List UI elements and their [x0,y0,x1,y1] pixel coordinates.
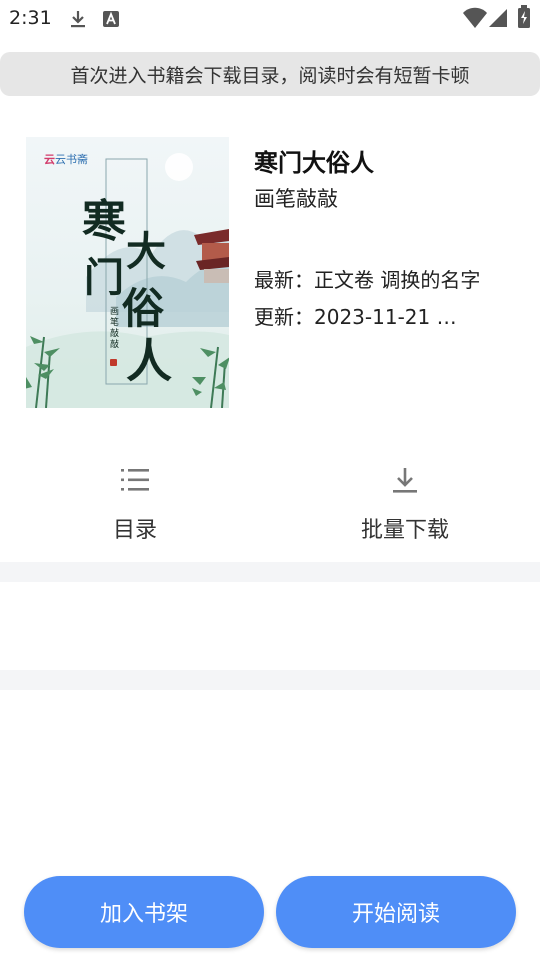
status-bar: 2:31 [0,0,540,38]
book-title: 寒门大俗人 [254,149,374,177]
update-date: 更新：2023-11-21 … [254,305,457,329]
cover-author-art: 画笔敲敲 [110,307,120,350]
add-to-shelf-button[interactable]: 加入书架 [24,876,264,948]
start-reading-button[interactable]: 开始阅读 [276,876,516,948]
seal-stamp [110,359,117,366]
latest-chapter: 最新：正文卷 调换的名字 [254,268,481,292]
section-divider [0,670,540,690]
batch-download-label: 批量下载 [360,518,449,543]
catalog-button[interactable]: 目录 [60,460,210,550]
battery-icon [517,5,531,33]
list-icon [120,460,150,500]
status-time: 2:31 [9,7,52,29]
publisher-logo: 云云书斋 [44,153,88,166]
download-notice-banner: 首次进入书籍会下载目录，阅读时会有短暂卡顿 [0,52,540,96]
section-divider [0,562,540,582]
download-icon [68,9,88,33]
catalog-label: 目录 [112,518,157,543]
book-author: 画笔敲敲 [254,187,338,211]
signal-icon [488,7,508,33]
batch-download-button[interactable]: 批量下载 [330,460,480,550]
book-cover-image: 云云书斋 寒 大 门 俗 人 画笔敲敲 [26,137,229,408]
a-icon [102,9,120,33]
download-icon [391,460,419,500]
wifi-icon [462,7,488,33]
